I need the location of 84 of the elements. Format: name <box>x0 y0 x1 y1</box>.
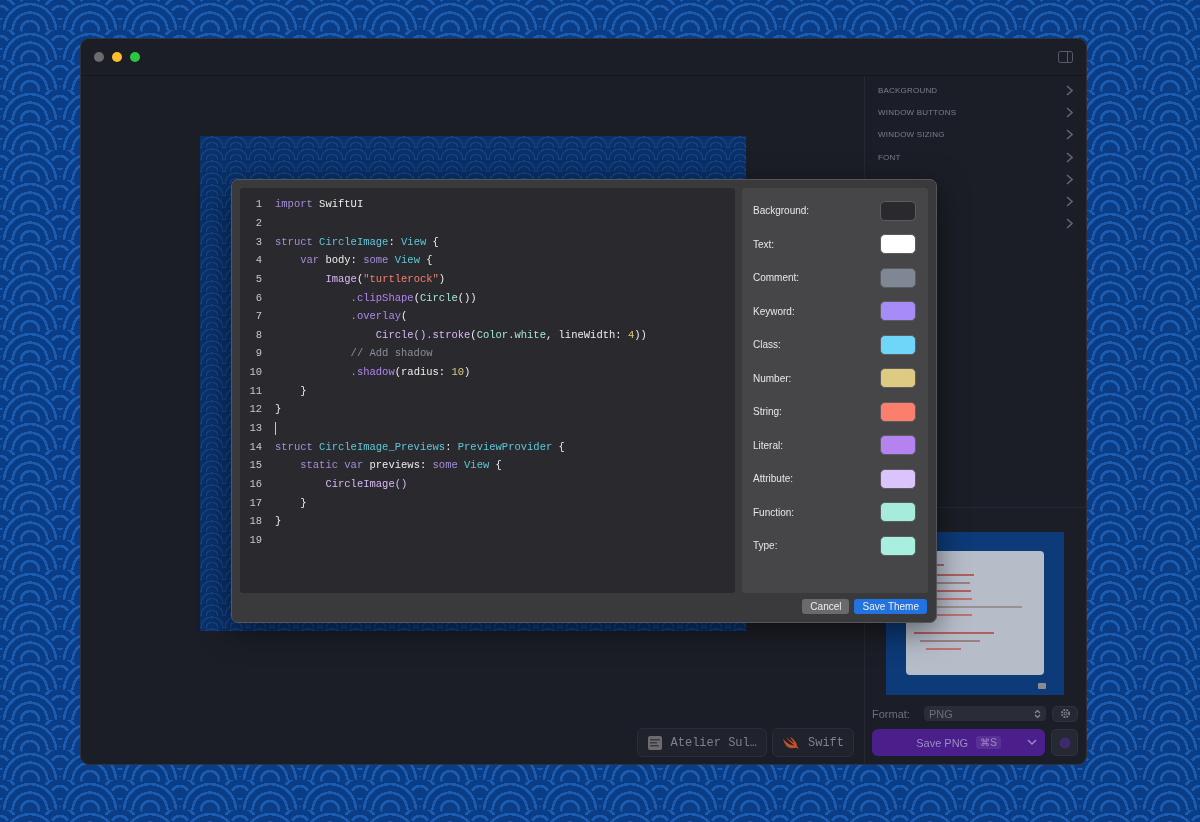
color-swatch[interactable] <box>880 267 916 288</box>
line-number: 14 <box>248 440 262 453</box>
sidebar-toggle-icon[interactable] <box>1058 51 1073 63</box>
sidebar-section[interactable]: FONT <box>865 145 1086 169</box>
color-label: String: <box>753 406 782 418</box>
code-editor[interactable] <box>240 188 735 593</box>
line-number: 13 <box>248 422 262 434</box>
color-label: Class: <box>753 339 781 351</box>
line-number: 3 <box>254 235 262 248</box>
code-line: static var previews: some View { <box>299 459 502 472</box>
code-line: } <box>275 403 282 416</box>
line-number: 15 <box>248 459 262 472</box>
color-swatch[interactable] <box>880 234 916 255</box>
line-number: 19 <box>248 533 262 546</box>
section-label: FONT <box>878 152 901 162</box>
code-line: struct CircleImage: View { <box>275 235 439 248</box>
section-label: WINDOW SIZING <box>878 130 945 140</box>
code-line: .shadow(radius: 10) <box>349 366 471 379</box>
color-label: Function: <box>753 506 795 518</box>
code-line: .clipShape(Circle()) <box>349 291 477 304</box>
section-label: BACKGROUND <box>878 85 938 95</box>
format-select[interactable]: PNG <box>924 706 1046 721</box>
sidebar-section[interactable]: WINDOW BUTTONS <box>865 101 1086 124</box>
color-label: Background: <box>753 205 810 217</box>
color-label: Type: <box>753 540 778 552</box>
settings-button[interactable] <box>1052 705 1078 722</box>
line-number: 10 <box>248 366 262 379</box>
color-swatch[interactable] <box>880 535 916 556</box>
language-button[interactable]: Swift <box>772 728 854 757</box>
document-icon <box>646 734 663 751</box>
code-line: var body: some View { <box>299 254 433 267</box>
code-line: import SwiftUI <box>275 198 364 211</box>
color-label: Text: <box>753 238 775 250</box>
format-label: Format: <box>872 707 911 720</box>
code-line: CircleImage() <box>324 477 408 490</box>
line-number: 8 <box>254 328 262 341</box>
updown-icon <box>1034 708 1041 719</box>
color-swatch[interactable] <box>880 200 916 221</box>
line-number: 17 <box>248 496 262 509</box>
save-theme-button[interactable]: Save Theme <box>854 599 927 614</box>
sidebar-section[interactable]: WINDOW SIZING <box>865 123 1086 146</box>
color-swatch[interactable] <box>880 435 916 456</box>
line-number: 9 <box>254 347 262 360</box>
window-control[interactable] <box>112 52 122 62</box>
line-number: 11 <box>248 384 262 397</box>
line-number: 6 <box>254 291 262 304</box>
color-swatch[interactable] <box>880 334 916 355</box>
theme-button[interactable]: Atelier Sul… <box>636 728 767 757</box>
color-swatch[interactable] <box>880 468 916 489</box>
color-label: Keyword: <box>753 305 795 317</box>
color-swatch[interactable] <box>880 301 916 322</box>
section-label: WINDOW BUTTONS <box>878 107 957 117</box>
code-line: } <box>299 384 307 397</box>
save-button[interactable]: Save PNG ⌘S <box>872 729 1045 756</box>
line-number: 18 <box>248 515 262 528</box>
color-label: Literal: <box>753 439 783 451</box>
code-line: } <box>299 496 307 509</box>
line-number: 16 <box>248 477 262 490</box>
line-number: 1 <box>254 198 262 211</box>
window-control[interactable] <box>130 52 140 62</box>
code-line: Image("turtlerock") <box>324 272 446 285</box>
code-line: Circle().stroke(Color.white, lineWidth: 4)) <box>374 328 647 341</box>
cancel-button[interactable]: Cancel <box>802 599 850 614</box>
color-label: Comment: <box>753 272 800 284</box>
line-number: 4 <box>254 254 262 267</box>
line-number: 12 <box>248 403 262 416</box>
code-line: // Add shadow <box>349 347 433 360</box>
color-swatch[interactable] <box>880 368 916 389</box>
code-line: .overlay( <box>349 310 408 323</box>
code-line: } <box>275 515 282 528</box>
line-number: 5 <box>254 272 262 285</box>
color-label: Number: <box>753 372 792 384</box>
sidebar-section[interactable]: BACKGROUND <box>865 79 1086 102</box>
circle-icon <box>1058 736 1071 749</box>
shortcut-badge: ⌘S <box>976 736 1001 749</box>
code-line: struct CircleImage_Previews: PreviewProvider { <box>275 440 565 453</box>
line-number: 2 <box>254 216 262 229</box>
color-swatch[interactable] <box>880 401 916 422</box>
line-number: 7 <box>254 310 262 323</box>
bird-icon <box>782 735 800 750</box>
settings-icon <box>1059 708 1071 719</box>
caret-icon <box>1027 739 1037 746</box>
color-swatch[interactable] <box>880 502 916 523</box>
color-label: Attribute: <box>753 473 794 485</box>
